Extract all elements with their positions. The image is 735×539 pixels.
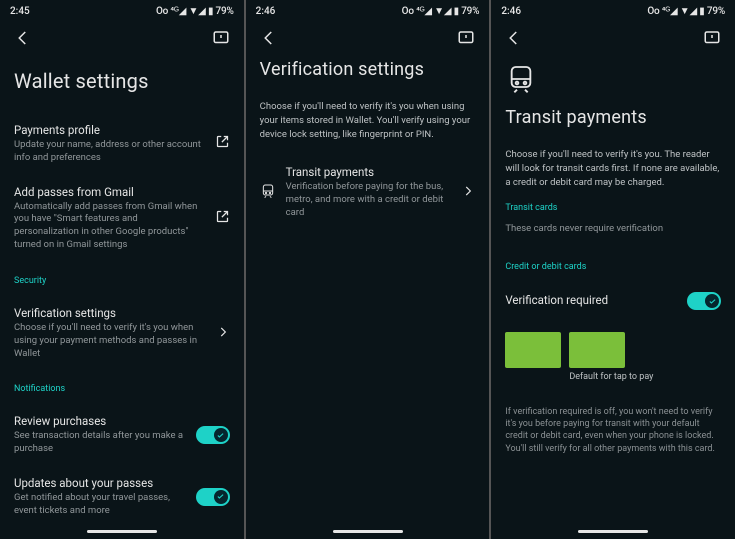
status-time: 2:45 — [10, 6, 30, 17]
transit-icon — [505, 63, 721, 99]
statusbar: 2:46 Oo ⁴ᴳ◢ ▼◢ ▮ 79% — [246, 0, 490, 19]
back-icon[interactable] — [505, 29, 523, 47]
feedback-icon[interactable] — [212, 29, 230, 47]
content-scroll[interactable]: Wallet settings Payments profile Update … — [0, 53, 244, 526]
toggle-verification-required[interactable] — [687, 292, 721, 310]
statusbar: 2:46 Oo ⁴ᴳ◢ ▼◢ ▮ 79% — [491, 0, 735, 19]
chevron-right-icon — [461, 183, 475, 202]
feedback-icon[interactable] — [703, 29, 721, 47]
status-indicators: Oo ⁴ᴳ◢ ▼◢ ▮ 79% — [647, 6, 725, 17]
updates-passes: Updates about your passes Get notified a… — [14, 466, 230, 526]
chevron-right-icon — [216, 324, 230, 343]
screen-verification-settings: 2:46 Oo ⁴ᴳ◢ ▼◢ ▮ 79% Verification settin… — [246, 0, 490, 539]
content-scroll[interactable]: Verification settings Choose if you'll n… — [246, 53, 490, 526]
status-indicators: Oo ⁴ᴳ◢ ▼◢ ▮ 79% — [156, 6, 234, 17]
content-scroll[interactable]: Transit payments Choose if you'll need t… — [491, 53, 735, 526]
status-time: 2:46 — [501, 6, 521, 17]
card-caption: Default for tap to pay — [569, 372, 653, 382]
intro-text: Choose if you'll need to verify it's you… — [260, 100, 476, 141]
add-passes-gmail[interactable]: Add passes from Gmail Automatically add … — [14, 175, 230, 262]
topbar — [0, 19, 244, 53]
topbar — [246, 19, 490, 53]
section-credit-debit: Credit or debit cards — [505, 262, 721, 272]
nav-gesture-bar[interactable] — [333, 530, 403, 533]
footer-note: If verification required is off, you won… — [505, 406, 721, 455]
verification-settings[interactable]: Verification settings Choose if you'll n… — [14, 296, 230, 370]
screen-transit-payments: 2:46 Oo ⁴ᴳ◢ ▼◢ ▮ 79% Transit payments Ch… — [491, 0, 735, 539]
intro-text: Choose if you'll need to verify it's you… — [505, 148, 721, 189]
external-link-icon — [215, 209, 230, 228]
status-time: 2:46 — [256, 6, 276, 17]
feedback-icon[interactable] — [457, 29, 475, 47]
card-slot-default[interactable] — [569, 332, 625, 368]
transit-payments[interactable]: Transit payments Verification before pay… — [260, 155, 476, 229]
status-indicators: Oo ⁴ᴳ◢ ▼◢ ▮ 79% — [402, 6, 480, 17]
transit-cards-note: These cards never require verification — [505, 223, 721, 236]
back-icon[interactable] — [260, 29, 278, 47]
screen-wallet-settings: 2:45 Oo ⁴ᴳ◢ ▼◢ ▮ 79% Wallet settings Pay… — [0, 0, 244, 539]
topbar — [491, 19, 735, 53]
verification-required: Verification required — [505, 282, 721, 320]
review-purchases: Review purchases See transaction details… — [14, 404, 230, 466]
transit-icon — [260, 183, 276, 203]
nav-gesture-bar[interactable] — [87, 530, 157, 533]
page-title: Transit payments — [505, 107, 721, 128]
section-notifications: Notifications — [14, 384, 230, 394]
section-security: Security — [14, 276, 230, 286]
back-icon[interactable] — [14, 29, 32, 47]
card-slot-1[interactable] — [505, 332, 561, 368]
statusbar: 2:45 Oo ⁴ᴳ◢ ▼◢ ▮ 79% — [0, 0, 244, 19]
card-row: Default for tap to pay — [505, 332, 721, 382]
toggle-review-purchases[interactable] — [196, 426, 230, 444]
toggle-updates-passes[interactable] — [196, 488, 230, 506]
external-link-icon — [215, 134, 230, 153]
payments-profile[interactable]: Payments profile Update your name, addre… — [14, 113, 230, 175]
nav-gesture-bar[interactable] — [578, 530, 648, 533]
page-title: Wallet settings — [14, 69, 230, 93]
page-title: Verification settings — [260, 59, 476, 80]
section-transit-cards: Transit cards — [505, 203, 721, 213]
